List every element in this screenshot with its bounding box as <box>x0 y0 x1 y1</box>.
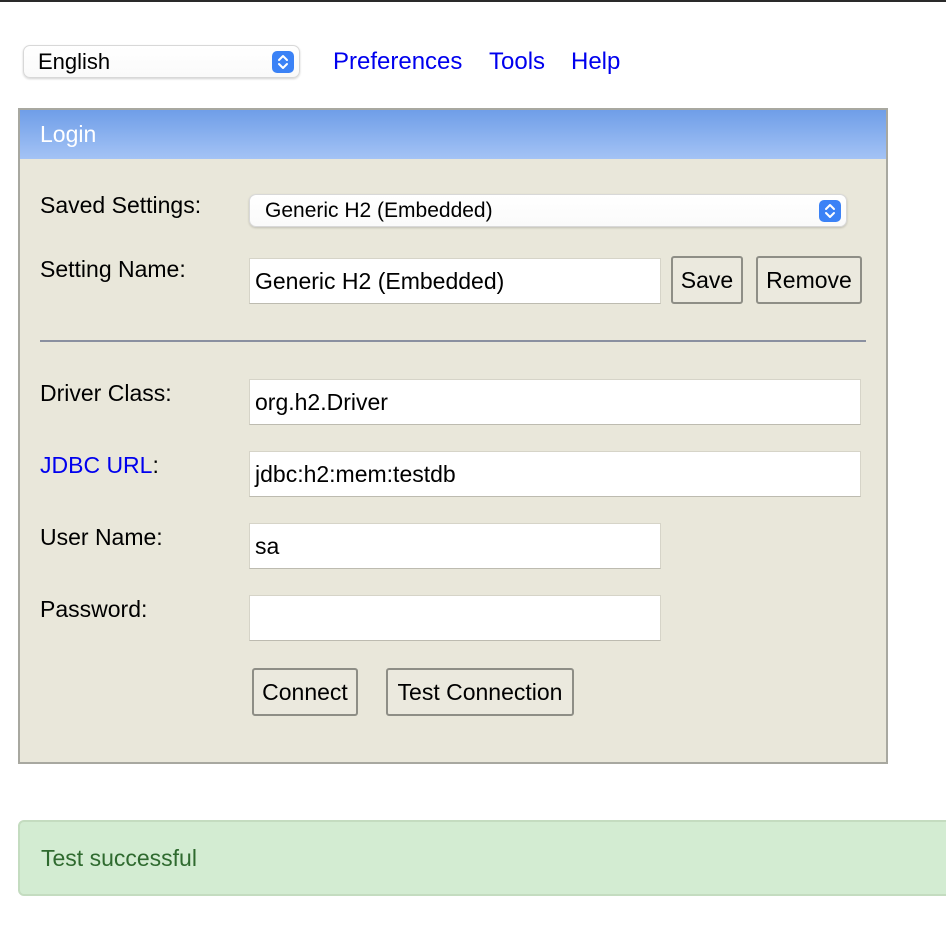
chevron-updown-icon <box>819 200 841 222</box>
connect-button[interactable]: Connect <box>252 668 358 716</box>
setting-name-label: Setting Name: <box>40 256 186 282</box>
login-panel: Login Saved Settings: Generic H2 (Embedd… <box>18 108 888 764</box>
chevron-updown-icon <box>272 51 294 73</box>
jdbc-url-label: JDBC URL: <box>40 450 159 480</box>
saved-settings-label: Saved Settings: <box>40 192 202 218</box>
language-select-value: English <box>38 49 111 74</box>
password-label: Password: <box>40 596 148 622</box>
setting-name-input[interactable]: Generic H2 (Embedded) <box>249 258 661 304</box>
remove-button[interactable]: Remove <box>756 256 862 304</box>
user-name-label: User Name: <box>40 524 163 550</box>
login-panel-title: Login <box>20 110 886 159</box>
user-name-input[interactable]: sa <box>249 523 661 569</box>
jdbc-url-input[interactable]: jdbc:h2:mem:testdb <box>249 451 861 497</box>
driver-class-label: Driver Class: <box>40 380 172 406</box>
help-link[interactable]: Help <box>571 47 620 77</box>
language-select[interactable]: English <box>23 45 300 78</box>
save-button[interactable]: Save <box>671 256 743 304</box>
saved-settings-select[interactable]: Generic H2 (Embedded) <box>249 194 847 227</box>
tools-link[interactable]: Tools <box>489 47 545 77</box>
saved-settings-value: Generic H2 (Embedded) <box>265 199 493 222</box>
jdbc-url-help-link[interactable]: JDBC URL <box>40 452 152 478</box>
driver-class-input[interactable]: org.h2.Driver <box>249 379 861 425</box>
section-divider <box>40 340 866 342</box>
status-message: Test successful <box>18 820 946 896</box>
password-input[interactable] <box>249 595 661 641</box>
jdbc-url-label-colon: : <box>152 452 159 478</box>
window-top-border <box>0 0 946 2</box>
preferences-link[interactable]: Preferences <box>333 47 462 77</box>
test-connection-button[interactable]: Test Connection <box>386 668 574 716</box>
